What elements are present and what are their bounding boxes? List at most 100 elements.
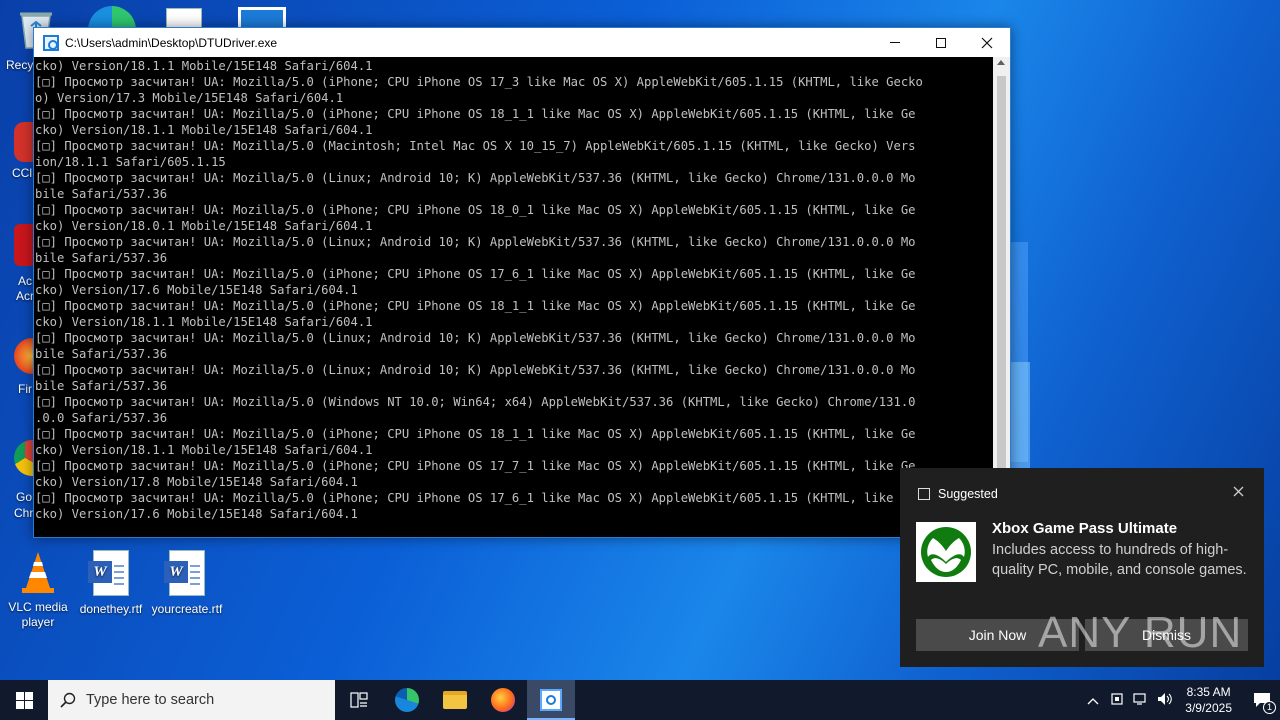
console-line: [□] Просмотр засчитан! UA: Mozilla/5.0 (… — [35, 139, 916, 153]
clock-time: 8:35 AM — [1186, 685, 1231, 699]
console-line: cko) Version/18.0.1 Mobile/15E148 Safari… — [35, 219, 373, 233]
chevron-up-icon[interactable] — [1081, 693, 1105, 708]
xbox-logo — [916, 522, 976, 582]
task-view-button[interactable] — [335, 680, 383, 720]
console-line: [□] Просмотр засчитан! UA: Mozilla/5.0 (… — [35, 331, 916, 345]
console-line: [□] Просмотр засчитан! UA: Mozilla/5.0 (… — [35, 107, 916, 121]
console-line: [□] Просмотр засчитан! UA: Mozilla/5.0 (… — [35, 395, 916, 409]
taskbar-search-box[interactable]: Type here to search — [48, 680, 335, 720]
desktop-label-firefox: Fir — [18, 382, 32, 396]
console-line: [□] Просмотр засчитан! UA: Mozilla/5.0 (… — [35, 491, 916, 505]
console-line: bile Safari/537.36 — [35, 347, 168, 361]
taskbar-file-explorer[interactable] — [431, 680, 479, 720]
console-line: bile Safari/537.36 — [35, 187, 168, 201]
maximize-icon — [936, 37, 946, 48]
console-line: [□] Просмотр засчитан! UA: Mozilla/5.0 (… — [35, 171, 916, 185]
console-line: bile Safari/537.36 — [35, 251, 168, 265]
console-window[interactable]: C:\Users\admin\Desktop\DTUDriver.exe cko… — [33, 27, 1011, 538]
toast-close-button[interactable] — [1233, 484, 1244, 502]
window-title: C:\Users\admin\Desktop\DTUDriver.exe — [65, 35, 278, 50]
console-output[interactable]: cko) Version/18.1.1 Mobile/15E148 Safari… — [34, 57, 994, 538]
console-line: cko) Version/18.1.1 Mobile/15E148 Safari… — [35, 315, 373, 329]
console-line: .0.0 Safari/537.36 — [35, 411, 168, 425]
toast-title: Xbox Game Pass Ultimate — [992, 520, 1178, 537]
xbox-icon — [921, 527, 971, 577]
word-document-icon: W — [163, 550, 211, 598]
title-bar[interactable]: C:\Users\admin\Desktop\DTUDriver.exe — [34, 28, 1010, 57]
notification-toast[interactable]: Suggested Xbox Game Pass Ultimate Includ… — [900, 468, 1264, 667]
taskbar: Type here to search 8:35 AM 3/9/2025 1 — [0, 680, 1280, 720]
word-document-icon: W — [87, 550, 135, 598]
desktop-icon-app-top[interactable] — [238, 7, 286, 27]
console-line: bile Safari/537.36 — [35, 379, 168, 393]
search-placeholder: Type here to search — [86, 692, 215, 708]
suggested-icon — [918, 488, 930, 500]
console-line: cko) Version/18.1.1 Mobile/15E148 Safari… — [35, 59, 373, 73]
console-line: cko) Version/17.8 Mobile/15E148 Safari/6… — [35, 475, 358, 489]
console-line: [□] Просмотр засчитан! UA: Mozilla/5.0 (… — [35, 363, 916, 377]
console-line: [□] Просмотр засчитан! UA: Mozilla/5.0 (… — [35, 459, 916, 473]
taskbar-clock[interactable]: 8:35 AM 3/9/2025 — [1185, 684, 1232, 716]
folder-icon — [443, 691, 467, 709]
taskbar-firefox[interactable] — [479, 680, 527, 720]
close-button[interactable] — [964, 28, 1010, 57]
console-line: [□] Просмотр засчитан! UA: Mozilla/5.0 (… — [35, 299, 916, 313]
close-icon — [981, 37, 993, 48]
console-app-icon — [540, 689, 562, 711]
scroll-up-arrow-icon[interactable] — [997, 60, 1005, 65]
desktop-icon-word-top[interactable] — [166, 8, 206, 27]
action-center-button[interactable]: 1 — [1244, 680, 1280, 720]
system-tray: 8:35 AM 3/9/2025 1 — [1081, 680, 1280, 720]
minimize-button[interactable] — [872, 28, 918, 57]
console-line: [□] Просмотр засчитан! UA: Mozilla/5.0 (… — [35, 267, 916, 281]
edge-icon — [395, 688, 419, 712]
console-line: [□] Просмотр засчитан! UA: Mozilla/5.0 (… — [35, 75, 923, 89]
network-icon[interactable] — [1129, 692, 1153, 709]
desktop-label-ccleaner: CCl — [12, 166, 32, 180]
minimize-icon — [890, 42, 900, 43]
desktop-label-chrome-2: Chr — [14, 506, 34, 520]
scrollbar-thumb[interactable] — [997, 76, 1006, 536]
desktop-icon-donethey[interactable]: W donethey.rtf — [73, 548, 149, 617]
anyrun-watermark: ANY RUN — [1038, 608, 1243, 657]
console-line: cko) Version/18.1.1 Mobile/15E148 Safari… — [35, 443, 373, 457]
desktop-icon-yourcreate[interactable]: W yourcreate.rtf — [149, 548, 225, 617]
desktop-label-chrome-1: Go — [16, 490, 33, 504]
desktop-icon-edge-top[interactable] — [88, 6, 136, 27]
console-line: [□] Просмотр засчитан! UA: Mozilla/5.0 (… — [35, 203, 916, 217]
start-button[interactable] — [0, 680, 48, 720]
app-icon — [238, 7, 286, 27]
notification-count-badge: 1 — [1263, 701, 1276, 714]
console-line: ion/18.1.1 Safari/605.1.15 — [35, 155, 226, 169]
console-line: [□] Просмотр засчитан! UA: Mozilla/5.0 (… — [35, 235, 916, 249]
maximize-button[interactable] — [918, 28, 964, 57]
search-icon — [60, 692, 76, 708]
console-line: cko) Version/18.1.1 Mobile/15E148 Safari… — [35, 123, 373, 137]
close-icon — [1233, 486, 1244, 497]
windows-logo-icon — [15, 691, 33, 709]
vertical-scrollbar[interactable] — [993, 57, 1010, 538]
toast-header-label: Suggested — [938, 487, 998, 501]
desktop-label-acrobat-2: Acr — [16, 289, 34, 303]
console-line: cko) Version/17.6 Mobile/15E148 Safari/6… — [35, 507, 358, 521]
desktop-icon-vlc[interactable]: VLC media player — [0, 548, 76, 630]
taskbar-console-app[interactable] — [527, 680, 575, 720]
console-app-icon — [43, 34, 59, 51]
device-icon[interactable] — [1105, 692, 1129, 709]
console-line: [□] Просмотр засчитан! UA: Mozilla/5.0 (… — [35, 427, 916, 441]
desktop-label-vlc: VLC media player — [8, 600, 68, 629]
volume-icon[interactable] — [1153, 692, 1177, 709]
edge-icon — [88, 6, 136, 27]
desktop-label-yourcreate: yourcreate.rtf — [151, 602, 223, 616]
task-view-icon — [350, 692, 368, 708]
desktop-label-donethey: donethey.rtf — [79, 602, 143, 616]
firefox-icon — [491, 688, 515, 712]
toast-body: Includes access to hundreds of high-qual… — [992, 542, 1247, 578]
clock-date: 3/9/2025 — [1185, 701, 1232, 715]
word-document-icon — [166, 8, 202, 27]
wallpaper-beam — [1010, 362, 1030, 472]
desktop-label-acrobat-1: Ac — [18, 274, 33, 288]
toast-header: Suggested — [918, 487, 998, 501]
console-line: cko) Version/17.6 Mobile/15E148 Safari/6… — [35, 283, 358, 297]
taskbar-edge[interactable] — [383, 680, 431, 720]
